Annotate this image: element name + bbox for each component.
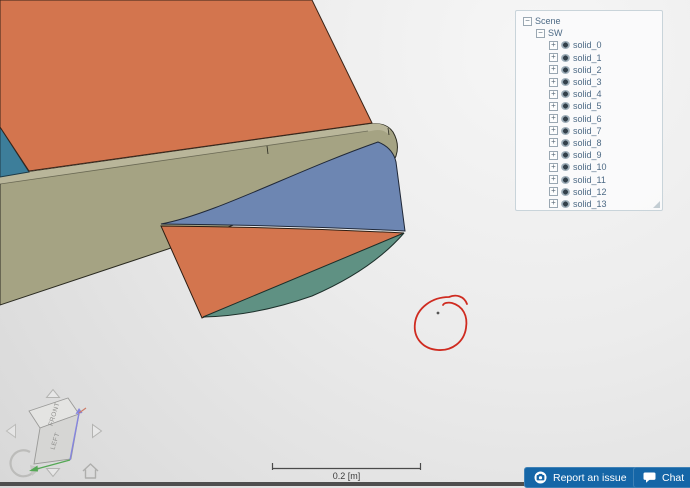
visibility-eye-icon[interactable]: [561, 151, 570, 160]
annotation-red-circle: [413, 294, 468, 351]
expand-icon[interactable]: +: [549, 40, 558, 50]
expand-icon[interactable]: +: [549, 199, 558, 209]
home-view-icon[interactable]: [82, 463, 99, 479]
tree-item-label: solid_7: [573, 125, 602, 136]
expand-icon[interactable]: +: [549, 77, 558, 87]
tree-item-solid[interactable]: + solid_9: [516, 149, 662, 161]
tree-item-label: solid_0: [573, 40, 602, 51]
tree-item-label: solid_6: [573, 113, 602, 124]
visibility-eye-icon[interactable]: [561, 175, 570, 184]
tree-item-solid[interactable]: + solid_3: [516, 76, 662, 88]
tree-item-label: solid_1: [573, 52, 602, 63]
tree-item-solid[interactable]: + solid_5: [516, 100, 662, 112]
visibility-eye-icon[interactable]: [561, 53, 570, 62]
visibility-eye-icon[interactable]: [561, 126, 570, 135]
visibility-eye-icon[interactable]: [561, 41, 570, 50]
tree-item-label: solid_10: [573, 162, 607, 173]
tree-item-label: solid_3: [573, 77, 602, 88]
small-defect-dot: [436, 311, 440, 315]
visibility-eye-icon[interactable]: [561, 78, 570, 87]
visibility-eye-icon[interactable]: [561, 114, 570, 123]
expand-icon[interactable]: +: [549, 175, 558, 185]
tree-item-label: solid_4: [573, 89, 602, 100]
tree-item-solid[interactable]: + solid_2: [516, 64, 662, 76]
collapse-icon[interactable]: −: [523, 16, 532, 26]
tree-item-solid[interactable]: + solid_8: [516, 137, 662, 149]
expand-icon[interactable]: +: [549, 53, 558, 63]
scene-tree-solids: + solid_0 + solid_1 + solid_2 + solid_3 …: [516, 39, 662, 210]
tree-item-scene[interactable]: − Scene: [516, 15, 662, 27]
expand-icon[interactable]: +: [549, 126, 558, 136]
tree-item-solid[interactable]: + solid_1: [516, 52, 662, 64]
tree-item-label: solid_13: [573, 198, 607, 209]
collapse-icon[interactable]: −: [536, 28, 545, 38]
tree-item-label: solid_9: [573, 150, 602, 161]
panel-resize-grip[interactable]: [653, 201, 660, 208]
tree-item-solid[interactable]: + solid_10: [516, 161, 662, 173]
tree-item-solid[interactable]: + solid_0: [516, 39, 662, 51]
expand-icon[interactable]: +: [549, 101, 558, 111]
scale-bar: [271, 463, 422, 470]
tree-item-label: SW: [548, 28, 563, 39]
view-arrow-down[interactable]: [45, 468, 61, 478]
camera-icon: [534, 471, 547, 484]
visibility-eye-icon[interactable]: [561, 65, 570, 74]
scale-bar-label: 0.2 [m]: [332, 471, 361, 481]
expand-icon[interactable]: +: [549, 114, 558, 124]
expand-icon[interactable]: +: [549, 65, 558, 75]
visibility-eye-icon[interactable]: [561, 187, 570, 196]
visibility-eye-icon[interactable]: [561, 102, 570, 111]
view-arrow-up[interactable]: [45, 388, 61, 398]
tree-item-solid[interactable]: + solid_4: [516, 88, 662, 100]
view-arrow-left[interactable]: [5, 423, 16, 439]
view-arrow-right[interactable]: [92, 423, 103, 439]
visibility-eye-icon[interactable]: [561, 199, 570, 208]
chat-label: Chat: [662, 471, 685, 484]
tree-item-solid[interactable]: + solid_6: [516, 113, 662, 125]
tree-item-label: solid_5: [573, 101, 602, 112]
chat-bubble-icon: [643, 472, 656, 483]
scene-tree-panel: − Scene − SW + solid_0 + solid_1 + solid…: [515, 10, 663, 211]
expand-icon[interactable]: +: [549, 89, 558, 99]
expand-icon[interactable]: +: [549, 138, 558, 148]
report-issue-label: Report an issue: [553, 471, 627, 484]
tree-item-label: Scene: [535, 16, 561, 27]
report-issue-button[interactable]: Report an issue: [524, 467, 637, 488]
rotate-view-icon[interactable]: [9, 449, 35, 478]
expand-icon[interactable]: +: [549, 150, 558, 160]
tree-item-sw-group[interactable]: − SW: [516, 27, 662, 39]
visibility-eye-icon[interactable]: [561, 163, 570, 172]
tree-item-label: solid_11: [573, 174, 606, 185]
tree-item-solid[interactable]: + solid_13: [516, 198, 662, 210]
tree-item-label: solid_8: [573, 137, 602, 148]
expand-icon[interactable]: +: [549, 187, 558, 197]
tree-item-solid[interactable]: + solid_12: [516, 186, 662, 198]
visibility-eye-icon[interactable]: [561, 138, 570, 147]
visibility-eye-icon[interactable]: [561, 90, 570, 99]
chat-button[interactable]: Chat: [633, 467, 690, 488]
tree-item-solid[interactable]: + solid_7: [516, 125, 662, 137]
cad-viewer-window: FRONT LEFT 0.2 [m] − Scene − SW + solid_…: [0, 0, 690, 488]
tree-item-label: solid_12: [573, 186, 607, 197]
tree-item-solid[interactable]: + solid_11: [516, 173, 662, 185]
tree-item-label: solid_2: [573, 64, 602, 75]
expand-icon[interactable]: +: [549, 162, 558, 172]
